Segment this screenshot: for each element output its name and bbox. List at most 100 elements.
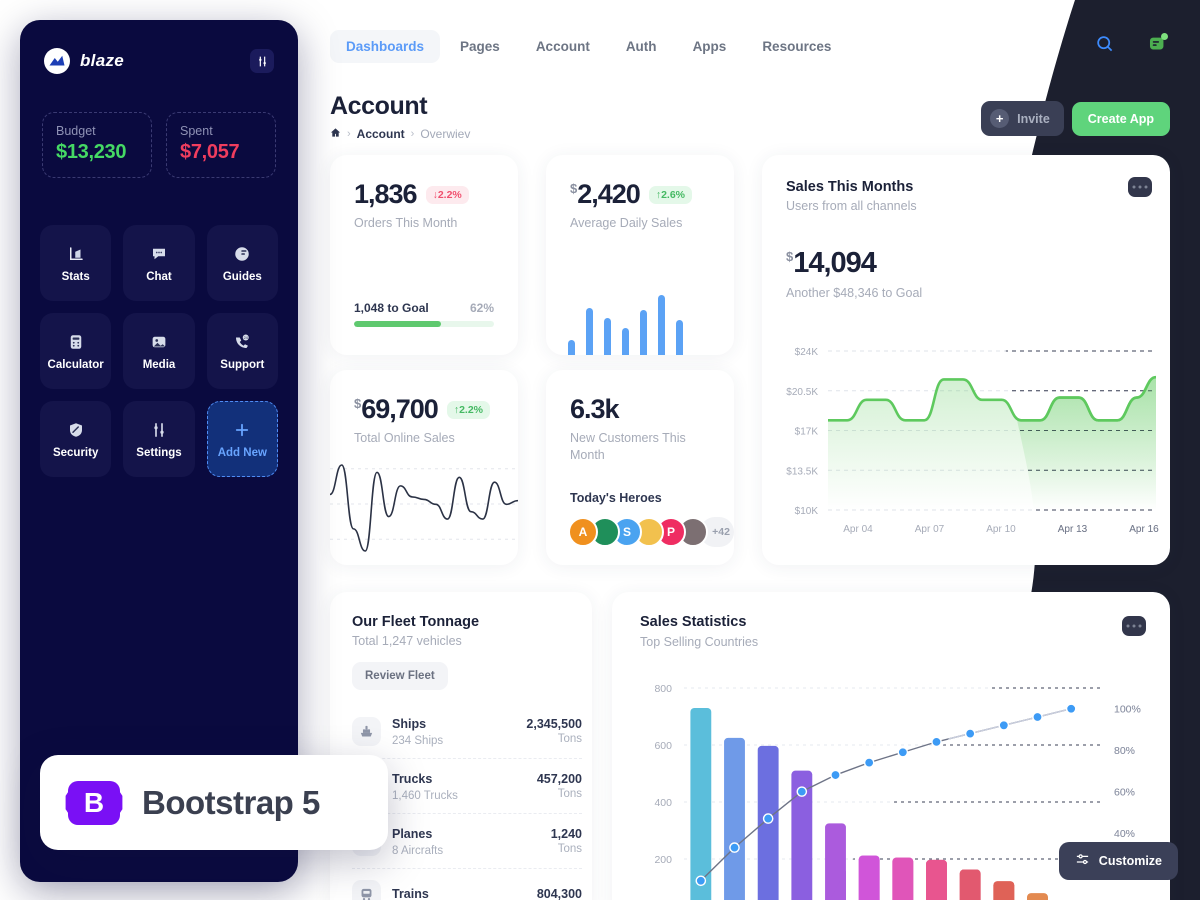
svg-text:$17K: $17K [795, 427, 819, 438]
ship-icon [352, 716, 381, 746]
budget-value: $13,230 [56, 141, 127, 163]
table-row[interactable]: Trains 804,300 [352, 868, 582, 900]
fleet-value: 1,240 [550, 827, 582, 841]
sliders-icon[interactable] [250, 49, 274, 73]
total-online-sales-sparkline [329, 449, 519, 559]
notes-icon[interactable] [1148, 33, 1168, 58]
plus-circle-icon: + [990, 109, 1010, 128]
online-value-row: $69,700 ↑2.2% [330, 370, 518, 423]
sidebar-tile-calculator[interactable]: Calculator [40, 313, 112, 389]
sidebar-tile-guides[interactable]: Guides [206, 225, 278, 301]
sidebar-tile-security[interactable]: Security [40, 401, 112, 477]
sidebar-tile-chat[interactable]: Chat [123, 225, 195, 301]
heroes-title: Today's Heroes [570, 491, 662, 505]
sidebar-tile-add-new[interactable]: Add New [206, 401, 278, 477]
tab-pages[interactable]: Pages [444, 30, 516, 63]
card-fleet-tonnage: Our Fleet Tonnage Total 1,247 vehicles R… [330, 592, 592, 900]
avg-value-number: 2,420 [577, 179, 641, 209]
avg-value: $2,420 [570, 179, 641, 209]
fleet-name: Trucks [392, 772, 433, 786]
tab-dashboards[interactable]: Dashboards [330, 30, 441, 63]
brand[interactable]: blaze [44, 48, 124, 74]
more-dots-icon[interactable] [1128, 177, 1152, 197]
table-row[interactable]: Ships 234 Ships 2,345,500 Tons [352, 704, 582, 758]
fleet-subtitle: Total 1,247 vehicles [352, 634, 462, 648]
sales-month-number: 14,094 [793, 247, 877, 279]
orders-value-row: 1,836 ↓2.2% [330, 155, 518, 208]
sidebar-tile-settings[interactable]: Settings [123, 401, 195, 477]
sidebar-tile-grid: Stats Chat Guides Calculator Media 24 Support S… [20, 178, 298, 477]
fleet-unit: Tons [557, 733, 582, 745]
bootstrap-logo-icon: B [68, 780, 120, 825]
sliders-icon [1075, 852, 1090, 870]
tab-auth[interactable]: Auth [610, 30, 673, 63]
orders-label: Orders This Month [354, 216, 458, 230]
fleet-name: Planes [392, 827, 433, 841]
fleet-value: 457,200 [536, 772, 582, 786]
currency-symbol: $ [570, 181, 577, 196]
card-orders-this-month: 1,836 ↓2.2% Orders This Month 1,048 to G… [330, 155, 518, 355]
sparkbar [622, 327, 629, 355]
sparkbar [604, 317, 611, 355]
tab-apps[interactable]: Apps [677, 30, 743, 63]
sidebar-tile-support[interactable]: 24 Support [206, 313, 278, 389]
svg-text:$10K: $10K [795, 506, 819, 517]
page-title: Account [330, 92, 428, 120]
avatar[interactable]: A [568, 517, 598, 547]
bootstrap-badge: B Bootstrap 5 [40, 755, 388, 850]
avg-delta-badge: ↑2.6% [648, 185, 692, 204]
orders-progress-fill [354, 321, 441, 327]
spent-box: Spent $7,057 [166, 112, 276, 178]
top-right-icons [1095, 33, 1168, 58]
sidebar-tile-stats[interactable]: Stats [40, 225, 112, 301]
newcust-value: 6.3k [570, 394, 620, 424]
train-icon [352, 880, 381, 900]
sidebar-tile-label: Support [220, 358, 265, 371]
sales-month-title: Sales This Months [786, 179, 914, 195]
create-app-button[interactable]: Create App [1071, 101, 1170, 136]
stats-title: Sales Statistics [640, 614, 747, 630]
fleet-count: 8 Aircrafts [392, 845, 444, 857]
home-icon[interactable] [330, 127, 341, 141]
sales-this-months-chart: $24K $20.5K $17K $13.5K $10K Apr 04 Apr 07 Apr … [762, 335, 1170, 550]
fleet-unit: Tons [557, 843, 582, 855]
tab-resources[interactable]: Resources [746, 30, 847, 63]
online-delta-value: 2.2% [459, 403, 484, 416]
svg-text:80%: 80% [1114, 745, 1135, 757]
sidebar-tile-label: Settings [136, 446, 182, 459]
customize-button[interactable]: Customize [1058, 842, 1178, 880]
orders-delta-badge: ↓2.2% [425, 185, 469, 204]
sidebar-tile-label: Stats [61, 270, 90, 283]
fleet-name: Ships [392, 717, 427, 731]
sales-month-goal: Another $48,346 to Goal [786, 286, 923, 300]
search-icon[interactable] [1095, 34, 1114, 58]
breadcrumb-sep: › [347, 128, 351, 140]
sidebar-tile-label: Security [52, 446, 99, 459]
fleet-name: Trains [392, 886, 429, 900]
sales-month-value: $14,094 [762, 213, 1170, 280]
budget-label: Budget [56, 124, 96, 138]
invite-button[interactable]: + Invite [981, 101, 1064, 136]
more-dots-icon[interactable] [1122, 616, 1146, 636]
svg-text:24: 24 [244, 336, 248, 340]
currency-symbol: $ [786, 249, 793, 265]
sparkbar [586, 307, 593, 355]
fleet-title: Our Fleet Tonnage [352, 614, 480, 630]
spent-value: $7,057 [180, 141, 240, 163]
breadcrumb-link-account[interactable]: Account [357, 127, 405, 141]
orders-goal-pct: 62% [469, 301, 494, 315]
tab-account[interactable]: Account [520, 30, 606, 63]
review-fleet-button[interactable]: Review Fleet [352, 662, 448, 690]
sidebar-tile-media[interactable]: Media [123, 313, 195, 389]
svg-text:Apr 13: Apr 13 [1058, 524, 1088, 535]
svg-text:800: 800 [654, 683, 672, 695]
sliders-icon [150, 420, 168, 440]
online-value: $69,700 [354, 396, 439, 423]
notification-dot [1161, 33, 1168, 40]
sparkbar [640, 310, 647, 355]
sidebar-tile-label: Chat [146, 270, 172, 283]
sidebar-tile-label: Guides [222, 270, 262, 283]
header-actions: + Invite Create App [981, 101, 1170, 136]
sidebar-tile-label: Calculator [47, 358, 104, 371]
sidebar-stats: Budget $13,230 Spent $7,057 [20, 74, 298, 178]
